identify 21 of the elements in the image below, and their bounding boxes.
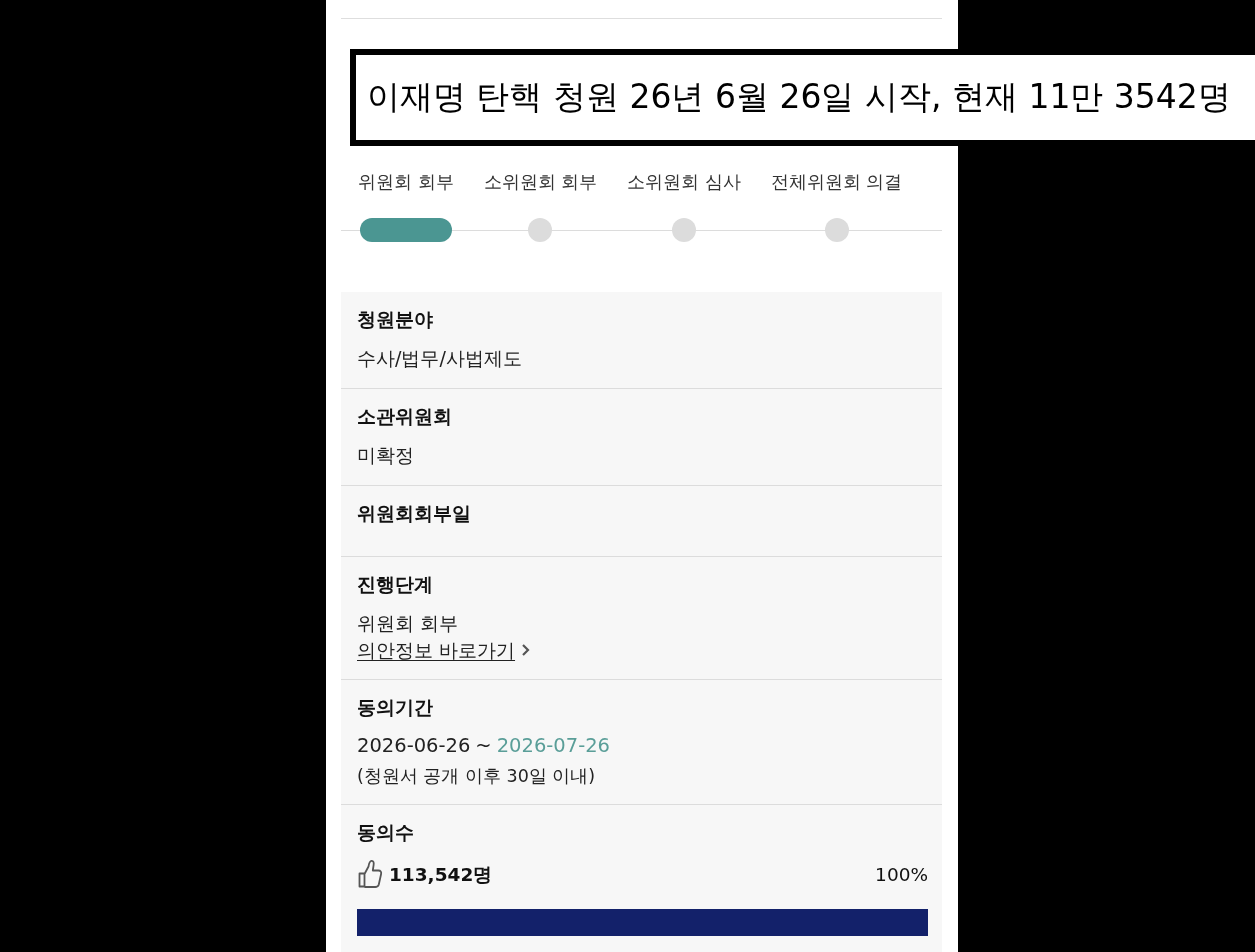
- step-label: 소위원회 심사: [627, 171, 741, 194]
- field-label: 청원분야: [357, 307, 433, 332]
- step-label: 소위원회 회부: [483, 171, 598, 194]
- field-label: 위원회회부일: [357, 501, 471, 526]
- field-value: 미확정: [357, 443, 414, 468]
- field-label: 진행단계: [357, 572, 433, 597]
- caption-banner: 이재명 탄핵 청원 26년 6월 26일 시작, 현재 11만 3542명: [350, 49, 1255, 146]
- chevron-icon: [521, 643, 531, 657]
- field-label: 동의기간: [357, 695, 433, 720]
- field-label: 소관위원회: [357, 404, 452, 429]
- period-note: (청원서 공개 이후 30일 이내): [357, 765, 596, 788]
- thumbs-up-icon: [357, 858, 383, 890]
- step-label: 위원회 회부: [358, 171, 454, 194]
- field-value: 위원회 회부: [357, 611, 459, 636]
- date-range-text: 2026-06-26 ~ 2026-07-26: [357, 733, 610, 759]
- agree-count: 113,542명: [389, 862, 493, 887]
- bill-info-link[interactable]: 의안정보 바로가기: [357, 637, 531, 663]
- agree-percent: 100%: [875, 863, 928, 885]
- field-value: 수사/법무/사법제도: [357, 346, 522, 371]
- step-label: 전체위원회 의결: [770, 171, 903, 194]
- field-label: 동의수: [357, 820, 414, 845]
